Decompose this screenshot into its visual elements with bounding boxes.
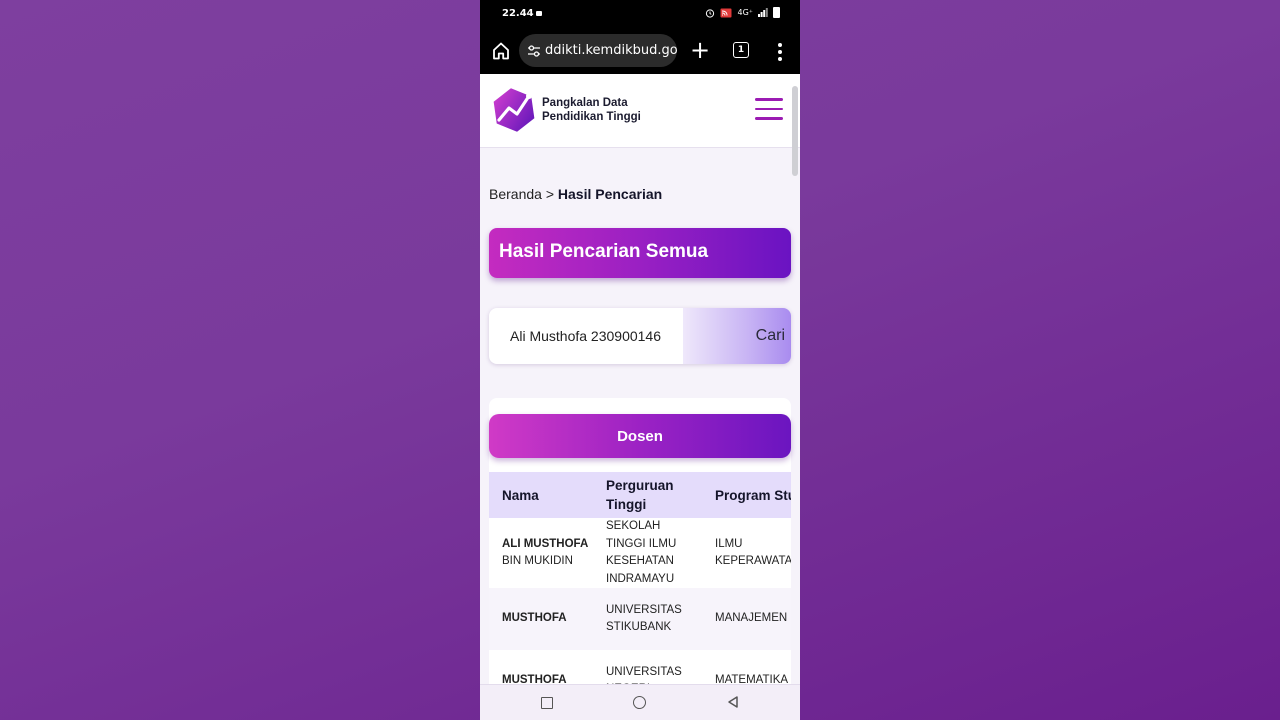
results-table: Nama Perguruan Tinggi Program Studi ALI …	[489, 472, 791, 702]
cell-name[interactable]: MUSTHOFA	[489, 588, 593, 650]
tab-switcher-button[interactable]: 1	[733, 42, 749, 58]
name-rest: BIN MUKIDIN	[502, 555, 573, 567]
brand-line-1: Pangkalan Data	[542, 97, 628, 109]
back-icon[interactable]	[726, 695, 740, 709]
browser-toolbar: ddikti.kemdikbud.go.id + 1	[480, 28, 800, 74]
address-bar[interactable]: ddikti.kemdikbud.go.id	[519, 34, 677, 67]
page-title: Hasil Pencarian Semua	[499, 241, 709, 262]
cast-icon	[720, 8, 732, 17]
url-text: ddikti.kemdikbud.go.id	[545, 43, 677, 58]
android-nav-bar	[480, 684, 800, 720]
breadcrumb: Beranda > Hasil Pencarian	[489, 186, 662, 202]
search-box: Cari	[489, 308, 791, 364]
page-scrollbar[interactable]	[792, 86, 798, 176]
brand-name: Pangkalan Data Pendidikan Tinggi	[542, 96, 641, 124]
hamburger-menu-icon[interactable]	[755, 98, 783, 122]
table-row[interactable]: MUSTHOFA UNIVERSITAS STIKUBANK MANAJEMEN	[489, 588, 791, 650]
breadcrumb-separator: >	[545, 186, 555, 202]
cell-program: ILMU KEPERAWATAN	[702, 518, 791, 588]
cell-institution: SEKOLAH TINGGI ILMU KESEHATAN INDRAMAYU	[593, 518, 702, 588]
search-input[interactable]	[489, 308, 683, 364]
battery-icon	[773, 7, 780, 18]
results-card: Dosen Nama Perguruan Tinggi Program Stud…	[489, 398, 791, 702]
category-dosen-button[interactable]: Dosen	[489, 414, 791, 458]
home-circle-icon[interactable]	[633, 696, 646, 709]
search-button[interactable]: Cari	[683, 308, 791, 364]
cell-program: MANAJEMEN	[702, 588, 791, 650]
home-icon[interactable]	[490, 40, 512, 62]
status-icons: 4G⁺	[705, 7, 780, 18]
page-title-banner: Hasil Pencarian Semua	[489, 228, 791, 278]
column-header-program-studi: Program Studi	[702, 472, 791, 518]
brand-line-2: Pendidikan Tinggi	[542, 111, 641, 123]
cell-institution: UNIVERSITAS STIKUBANK	[593, 588, 702, 650]
results-table-container[interactable]: Nama Perguruan Tinggi Program Studi ALI …	[489, 472, 791, 702]
name-bold: MUSTHOFA	[502, 612, 567, 625]
phone-screen: 22.44 4G⁺ ddikti.kemdikbud.go.id + 1	[480, 0, 800, 720]
recent-apps-icon[interactable]	[541, 697, 553, 709]
browser-menu-icon[interactable]	[770, 40, 790, 62]
status-bar: 22.44 4G⁺	[480, 0, 800, 28]
status-time: 22.44	[502, 8, 534, 19]
table-row[interactable]: ALI MUSTHOFA BIN MUKIDIN SEKOLAH TINGGI …	[489, 518, 791, 588]
name-bold: ALI MUSTHOFA	[502, 537, 589, 550]
screen-record-icon	[536, 11, 542, 16]
site-settings-icon[interactable]	[527, 44, 541, 58]
breadcrumb-current: Hasil Pencarian	[557, 186, 663, 202]
network-type: 4G⁺	[737, 8, 753, 17]
table-header-row: Nama Perguruan Tinggi Program Studi	[489, 472, 791, 518]
alarm-icon	[706, 8, 715, 18]
pddikti-logo[interactable]	[491, 86, 537, 134]
column-header-nama: Nama	[489, 472, 593, 518]
new-tab-icon[interactable]: +	[689, 38, 711, 62]
breadcrumb-home[interactable]: Beranda	[489, 186, 542, 202]
column-header-perguruan-tinggi: Perguruan Tinggi	[593, 472, 702, 518]
cell-name[interactable]: ALI MUSTHOFA BIN MUKIDIN	[489, 518, 593, 588]
signal-icon	[758, 8, 768, 17]
site-header: Pangkalan Data Pendidikan Tinggi	[480, 74, 800, 148]
